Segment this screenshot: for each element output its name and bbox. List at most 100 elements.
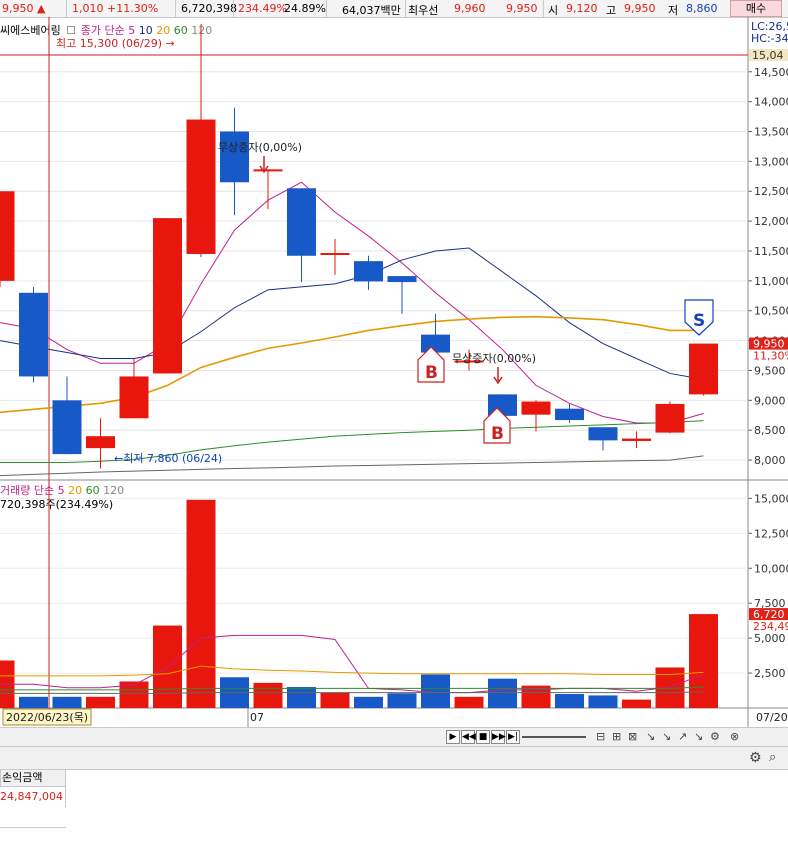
current-volume-pct-label: 234,49 [753, 620, 788, 633]
volume-bar [186, 499, 216, 708]
end-icon[interactable]: ▶| [506, 730, 520, 744]
candle-body [153, 218, 182, 374]
volume-bar [689, 614, 718, 708]
candle-body [86, 436, 115, 449]
candle-body [622, 438, 651, 441]
play-icon[interactable]: ▶ [446, 730, 460, 744]
price-tick-label: 10,500 [754, 305, 788, 318]
pnl-header: 손익금액 [0, 769, 66, 787]
high-marker: 최고 15,300 (06/29) → [56, 37, 175, 50]
gear-icon[interactable]: ⚙ [749, 750, 762, 766]
candle-body [119, 376, 149, 419]
volume-bar [320, 692, 350, 708]
zoom-slider[interactable] [522, 736, 586, 738]
volume-bar [421, 674, 450, 708]
volume-bar [588, 695, 618, 708]
candle-body [186, 119, 216, 254]
volume-bar [387, 693, 417, 708]
volume-bar [622, 699, 651, 708]
candle-body [588, 427, 618, 441]
ma-line-10 [0, 247, 704, 380]
price-tick-label: 9,500 [754, 364, 786, 377]
rewind-icon[interactable]: ◀◀ [461, 730, 476, 744]
buy-signal-label: B [491, 424, 504, 444]
volume-bar [488, 678, 517, 708]
event-arrow-2 [493, 367, 503, 385]
volume-ma20-line [0, 665, 704, 677]
volume-ma-lines [0, 634, 704, 694]
forward-icon[interactable]: ▶▶ [491, 730, 506, 744]
volume-tick-label: 12,500 [754, 527, 788, 540]
candle-body [521, 401, 551, 415]
volume-bar [253, 682, 283, 708]
draw-tool-icon[interactable]: ↘ [694, 730, 703, 743]
hc-label: HC:-34 [751, 32, 788, 45]
price-tick-label: 9,000 [754, 394, 786, 407]
price-tick-label: 12,000 [754, 215, 788, 228]
top-price-label: 15,04 [752, 49, 784, 62]
zoom-in-icon[interactable]: ⊞ [612, 730, 621, 743]
candle-body [52, 400, 82, 455]
volume-ma5-line [0, 634, 704, 694]
ma-line-5 [0, 181, 704, 424]
price-tick-label: 14,500 [754, 66, 788, 79]
chart-toolbar: ▶ ◀◀ ■ ▶▶ ▶| ⊟ ⊞ ⊠ ↘ ↘ ↗ ↘ ⚙ ⊗ [0, 727, 788, 747]
volume-ma120-line [0, 691, 704, 694]
candle-body [689, 343, 718, 395]
price-tick-label: 8,000 [754, 454, 786, 467]
event-label-2: 무상증자(0,00%) [452, 352, 536, 365]
volume-bar [555, 694, 584, 708]
candle-body [655, 403, 685, 433]
price-tick-label: 12,500 [754, 185, 788, 198]
volume-bar [354, 696, 383, 708]
candle-body [0, 191, 15, 281]
candle-body [387, 276, 417, 283]
volume-bar [52, 696, 82, 708]
grid-lines [0, 17, 788, 727]
search-icon[interactable]: ⌕ [769, 750, 776, 765]
sell-signal-label: S [693, 311, 705, 331]
candle-body [220, 131, 249, 183]
clear-tool-icon[interactable]: ⊗ [730, 730, 739, 743]
price-tick-label: 13,000 [754, 155, 788, 168]
chart-options-strip: ⚙ ⌕ [0, 746, 788, 770]
volume-bar [454, 696, 484, 708]
settings-tool-icon[interactable]: ⚙ [710, 730, 720, 743]
candle-body [354, 261, 383, 282]
volume-bar [86, 696, 115, 708]
volume-tick-label: 2,500 [754, 667, 786, 680]
right-date-label: 07/20 [756, 711, 788, 724]
price-tick-label: 11,500 [754, 245, 788, 258]
line-tool-icon[interactable]: ↘ [646, 730, 655, 743]
volume-bars [0, 499, 718, 708]
event-label-1: 무상증자(0,00%) [218, 141, 302, 154]
price-tick-label: 11,000 [754, 275, 788, 288]
price-axis: 8,000 8,500 9,000 9,500 10,000 10,500 11,000 11… [748, 20, 788, 680]
pnl-value: 24,847,004 [0, 787, 66, 807]
volume-bar [287, 687, 316, 708]
price-tick-label: 13,500 [754, 126, 788, 139]
volume-bar [19, 696, 48, 708]
volume-tick-label: 10,000 [754, 562, 788, 575]
volume-bar [153, 625, 182, 708]
stock-chart[interactable]: 8,000 8,500 9,000 9,500 10,000 10,500 11,000 11… [0, 0, 788, 727]
price-tick-label: 8,500 [754, 424, 786, 437]
trend-tool-icon[interactable]: ↘ [662, 730, 671, 743]
current-pct-label: 11,30% [753, 350, 788, 363]
candle-body [421, 334, 450, 353]
candle-body [287, 188, 316, 256]
candle-body [19, 292, 48, 377]
ma-line-120 [0, 455, 704, 477]
month-label: 07 [250, 711, 264, 724]
buy-signal-label: B [425, 363, 438, 383]
volume-tick-label: 5,000 [754, 632, 786, 645]
fit-icon[interactable]: ⊠ [628, 730, 637, 743]
date-cursor-label: 2022/06/23(목) [6, 711, 88, 724]
zoom-out-icon[interactable]: ⊟ [596, 730, 605, 743]
volume-tick-label: 15,000 [754, 492, 788, 505]
arrow-tool-icon[interactable]: ↗ [678, 730, 687, 743]
ma-line-20 [0, 315, 704, 414]
candle-body [555, 408, 584, 421]
price-tick-label: 14,000 [754, 96, 788, 109]
stop-icon[interactable]: ■ [476, 730, 490, 744]
